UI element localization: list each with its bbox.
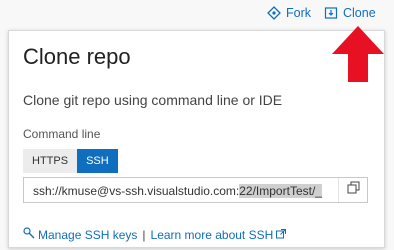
fork-button[interactable]: Fork <box>267 4 311 22</box>
command-line-label: Command line <box>23 127 101 141</box>
clone-url-field[interactable]: ssh://kmuse@vs-ssh.visualstudio.com:22/I… <box>23 177 368 203</box>
fork-label: Fork <box>286 6 311 20</box>
top-toolbar: Fork Clone <box>0 0 394 26</box>
panel-title: Clone repo <box>23 44 131 69</box>
panel-description: Clone git repo using command line or IDE <box>23 92 283 108</box>
clone-url-unselected: ssh://kmuse@vs-ssh.visualstudio.com: <box>33 184 240 198</box>
links-separator: | <box>142 227 146 242</box>
key-icon <box>23 227 35 242</box>
tab-https[interactable]: HTTPS <box>23 149 78 173</box>
manage-ssh-keys-link[interactable]: Manage SSH keys <box>23 227 137 242</box>
copy-button[interactable] <box>338 178 367 202</box>
clone-repo-panel: Clone repo Clone git repo using command … <box>8 30 385 248</box>
footer-links: Manage SSH keys | Learn more about SSH <box>23 227 287 242</box>
clone-label: Clone <box>343 6 376 20</box>
protocol-tabs: HTTPS SSH <box>23 149 118 173</box>
fork-icon <box>267 6 281 20</box>
external-link-icon <box>276 228 287 242</box>
tab-ssh[interactable]: SSH <box>77 149 118 173</box>
copy-icon <box>347 181 360 199</box>
learn-more-ssh-label: Learn more about SSH <box>150 227 274 242</box>
clone-icon <box>324 6 338 20</box>
clone-url-text[interactable]: ssh://kmuse@vs-ssh.visualstudio.com:22/I… <box>33 183 338 199</box>
manage-ssh-keys-label: Manage SSH keys <box>38 227 138 242</box>
clone-url-selection: 22/ImportTest/_ <box>239 184 322 198</box>
clone-button[interactable]: Clone <box>324 4 376 22</box>
learn-more-ssh-link[interactable]: Learn more about SSH <box>151 228 287 242</box>
arrow-up-icon <box>332 26 384 82</box>
